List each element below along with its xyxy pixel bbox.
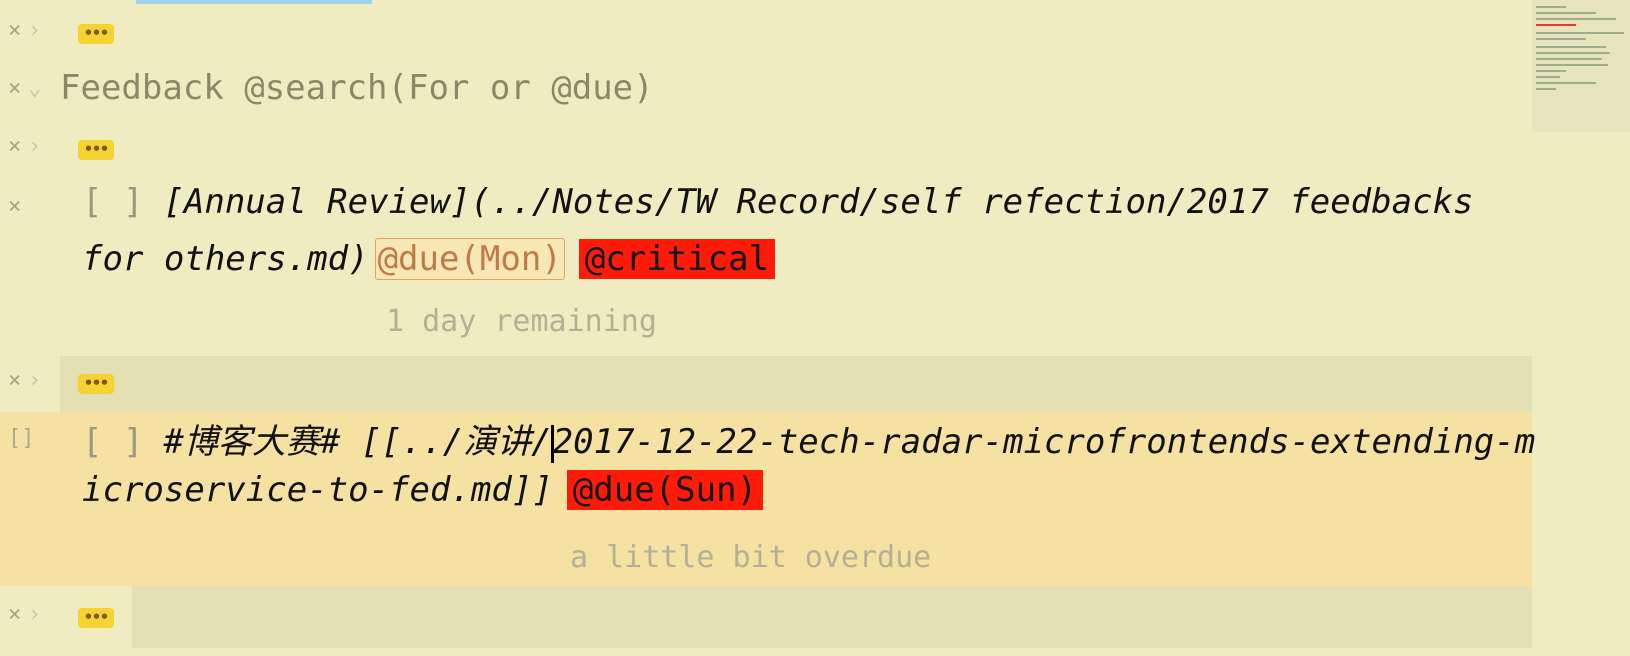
task-line-1[interactable]: [ ] #博客大赛# [[../演讲/2017-12-22-tech-radar-… xyxy=(82,414,1535,463)
editor-pane[interactable]: × › ••• × ⌄ Feedback @search(For or @due… xyxy=(0,0,1535,656)
chevron-right-icon[interactable]: › xyxy=(28,18,41,43)
task-item[interactable]: × [ ] [Annual Review](../Notes/TW Record/… xyxy=(0,182,1532,342)
minimap[interactable] xyxy=(1532,0,1630,132)
minimap-line xyxy=(1536,38,1586,40)
due-hint-text: a little bit overdue xyxy=(570,540,932,575)
due-hint-text: 1 day remaining xyxy=(386,304,657,339)
fold-ellipsis-button[interactable]: ••• xyxy=(78,24,114,44)
task-checkbox[interactable]: [ ] xyxy=(82,182,143,222)
folded-section-row[interactable]: × › ••• xyxy=(0,14,1532,54)
close-icon[interactable]: × xyxy=(8,76,21,101)
minimap-line xyxy=(1536,12,1596,14)
close-icon[interactable]: × xyxy=(8,134,21,159)
minimap-line xyxy=(1536,58,1602,60)
minimap-line xyxy=(1536,76,1560,78)
task-link-text-continued[interactable]: icroservice-to-fed.md]] xyxy=(82,470,553,510)
fold-ellipsis-button[interactable]: ••• xyxy=(78,608,114,628)
critical-tag[interactable]: @critical xyxy=(578,239,776,279)
close-icon[interactable]: × xyxy=(8,194,21,219)
minimap-line xyxy=(1536,18,1616,20)
close-icon[interactable]: × xyxy=(8,602,21,627)
task-line-1[interactable]: [ ] [Annual Review](../Notes/TW Record/se… xyxy=(82,182,1473,222)
minimap-line xyxy=(1536,88,1556,90)
minimap-line xyxy=(1536,52,1610,54)
due-tag[interactable]: @due(Mon) xyxy=(374,238,565,280)
close-icon[interactable]: × xyxy=(8,18,21,43)
task-line-2[interactable]: icroservice-to-fed.md]] @due(Sun) xyxy=(82,470,764,510)
folded-section-row[interactable]: × › ••• xyxy=(0,598,1532,638)
minimap-line xyxy=(1536,24,1576,26)
search-header-row[interactable]: × ⌄ Feedback @search(For or @due) xyxy=(0,68,1532,112)
task-line-2[interactable]: for others.md) @due(Mon) @critical xyxy=(82,238,776,280)
minimap-line xyxy=(1536,32,1624,34)
task-link-text-after-cursor[interactable]: 2017-12-22-tech-radar-microfrontends-ext… xyxy=(553,422,1536,462)
task-checkbox[interactable]: [ ] xyxy=(82,422,143,462)
fold-ellipsis-button[interactable]: ••• xyxy=(78,140,114,160)
close-icon[interactable]: × xyxy=(8,368,21,393)
task-link-text[interactable]: #博客大赛# [[../演讲/ xyxy=(163,422,551,462)
folded-section-row[interactable]: × › ••• xyxy=(0,130,1532,170)
chevron-right-icon[interactable]: › xyxy=(28,134,41,159)
minimap-line xyxy=(1536,82,1596,84)
search-query-text[interactable]: Feedback @search(For or @due) xyxy=(60,68,654,108)
chevron-down-icon[interactable]: ⌄ xyxy=(28,76,41,101)
chevron-right-icon[interactable]: › xyxy=(28,368,41,393)
due-tag-overdue[interactable]: @due(Sun) xyxy=(566,470,764,510)
task-link-text-continued[interactable]: for others.md) xyxy=(82,239,369,279)
minimap-line xyxy=(1536,46,1606,48)
fold-ellipsis-button[interactable]: ••• xyxy=(78,374,114,394)
minimap-line xyxy=(1536,6,1566,8)
folded-section-row[interactable]: × › ••• xyxy=(0,364,1532,404)
task-item-current[interactable]: [] [ ] #博客大赛# [[../演讲/2017-12-22-tech-rad… xyxy=(0,414,1535,584)
minimap-line xyxy=(1536,70,1566,72)
chevron-right-icon[interactable]: › xyxy=(28,602,41,627)
minimap-line xyxy=(1536,64,1608,66)
task-link-text[interactable]: [Annual Review](../Notes/TW Record/self … xyxy=(163,182,1473,222)
checkbox-gutter-icon[interactable]: [] xyxy=(8,426,35,451)
